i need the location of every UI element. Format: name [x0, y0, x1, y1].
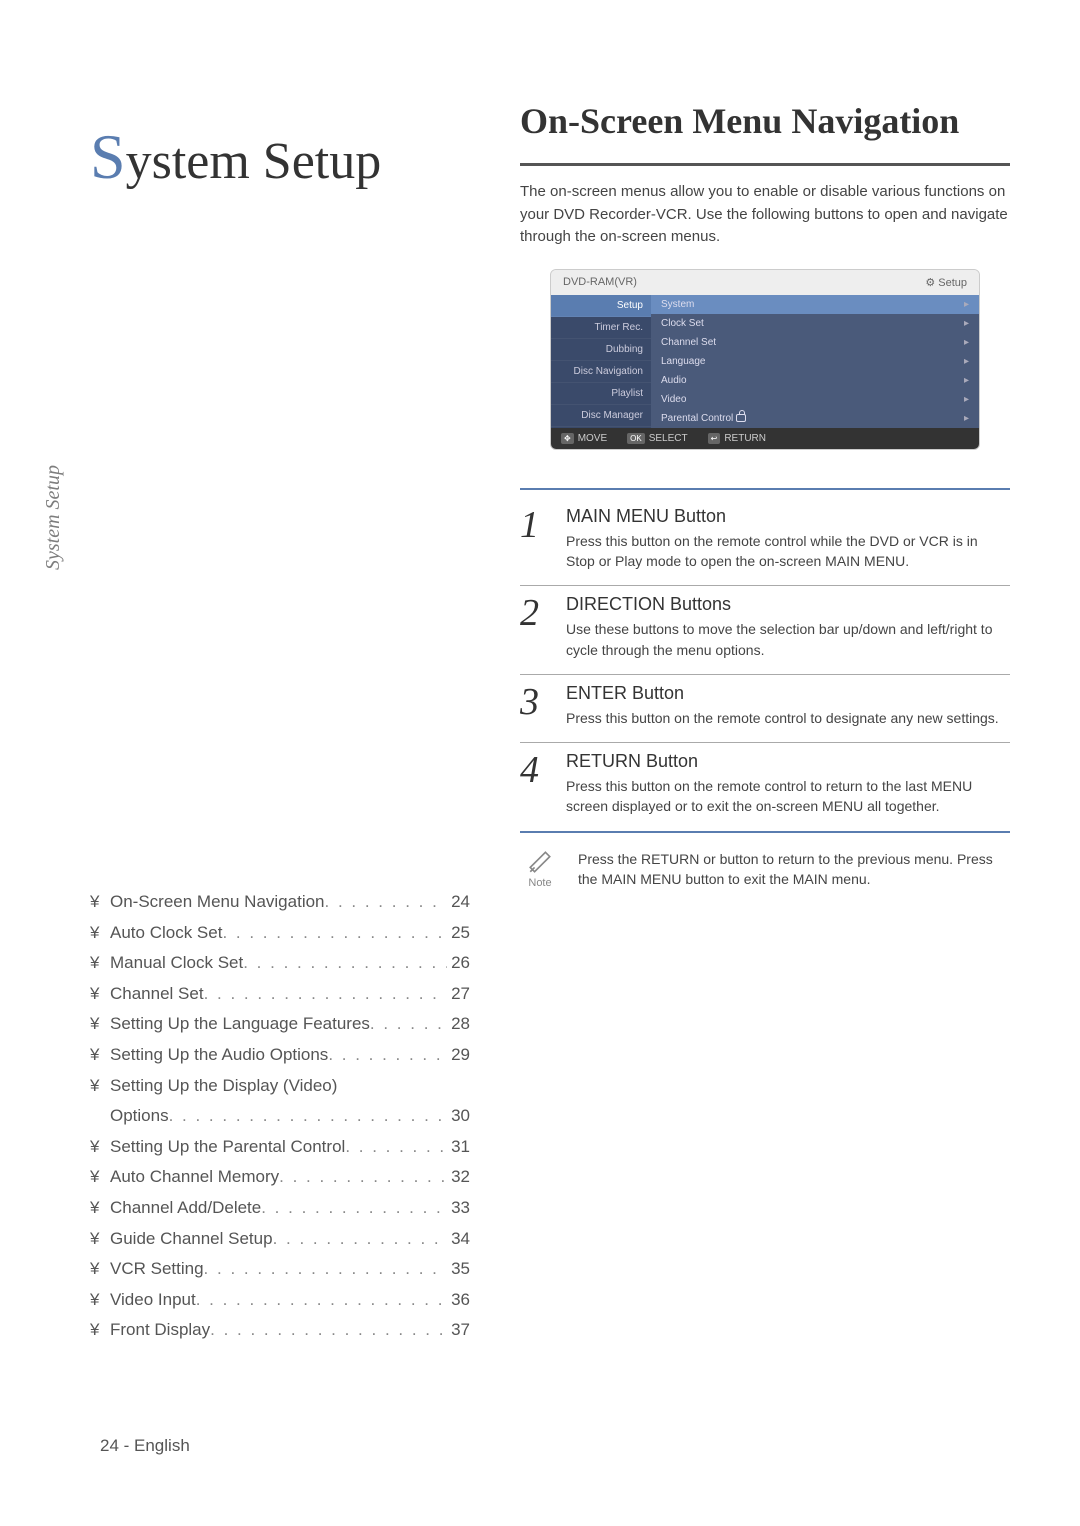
step-number: 4	[520, 751, 550, 817]
intro-paragraph: The on-screen menus allow you to enable …	[520, 181, 1010, 249]
section-title: On-Screen Menu Navigation	[520, 100, 1010, 143]
chevron-right-icon: ▸	[964, 394, 969, 405]
toc-item: ¥Setting Up the Language Features28	[90, 1009, 470, 1040]
menu-main-item: Audio▸	[651, 371, 979, 390]
toc-item: ¥Auto Clock Set25	[90, 918, 470, 949]
chapter-title-rest: ystem Setup	[126, 133, 382, 190]
select-key-icon: OK	[627, 433, 645, 444]
menu-footer-hints: ✥MOVE OKSELECT ↩RETURN	[551, 428, 979, 449]
step-title: ENTER Button	[566, 683, 1010, 704]
step-number: 2	[520, 594, 550, 660]
chevron-right-icon: ▸	[964, 299, 969, 310]
menu-side-list: SetupTimer Rec.DubbingDisc NavigationPla…	[551, 295, 651, 428]
toc-item: ¥Auto Channel Memory32	[90, 1162, 470, 1193]
note-text: Press the RETURN or button to return to …	[578, 849, 1010, 890]
steps-list: 1 MAIN MENU Button Press this button on th…	[520, 498, 1010, 833]
menu-main-item: Channel Set▸	[651, 333, 979, 352]
step-description: Press this button on the remote control …	[566, 776, 1010, 817]
note-block: Note Press the RETURN or button to retur…	[520, 849, 1010, 890]
menu-side-item: Timer Rec.	[551, 317, 651, 339]
menu-main-item: Video▸	[651, 390, 979, 409]
section-rule	[520, 163, 1010, 166]
step: 4 RETURN Button Press this button on the r…	[520, 743, 1010, 833]
chevron-right-icon: ▸	[964, 337, 969, 348]
table-of-contents: ¥On-Screen Menu Navigation24¥Auto Clock …	[90, 887, 470, 1346]
toc-item: ¥Setting Up the Audio Options29	[90, 1040, 470, 1071]
step: 3 ENTER Button Press this button on the re…	[520, 675, 1010, 743]
left-column: System Setup ¥On-Screen Menu Navigation2…	[90, 70, 470, 1466]
note-label: Note	[528, 877, 551, 889]
menu-top-left: DVD-RAM(VR)	[563, 276, 637, 289]
chapter-title: System Setup	[90, 120, 470, 194]
menu-main-list: System▸Clock Set▸Channel Set▸Language▸Au…	[651, 295, 979, 428]
toc-item: ¥Channel Set27	[90, 979, 470, 1010]
toc-item: ¥Setting Up the Parental Control31	[90, 1132, 470, 1163]
lock-icon	[736, 414, 746, 422]
step-number: 3	[520, 683, 550, 728]
move-key-icon: ✥	[561, 433, 574, 444]
toc-item: ¥VCR Setting35	[90, 1254, 470, 1285]
chevron-right-icon: ▸	[964, 318, 969, 329]
return-key-icon: ↩	[708, 433, 721, 444]
toc-item-continuation: Options30	[90, 1101, 470, 1132]
menu-side-item: Dubbing	[551, 339, 651, 361]
toc-item: ¥Front Display37	[90, 1315, 470, 1346]
toc-item: ¥Channel Add/Delete33	[90, 1193, 470, 1224]
menu-side-item: Disc Navigation	[551, 361, 651, 383]
chevron-right-icon: ▸	[964, 413, 969, 424]
menu-main-item: System▸	[651, 295, 979, 314]
page-footer: 24 - English	[100, 1436, 190, 1456]
menu-side-item: Playlist	[551, 383, 651, 405]
toc-item: ¥Guide Channel Setup34	[90, 1224, 470, 1255]
step-title: DIRECTION Buttons	[566, 594, 1010, 615]
menu-side-item: Setup	[551, 295, 651, 317]
step-number: 1	[520, 506, 550, 572]
step-description: Press this button on the remote control …	[566, 708, 1010, 728]
toc-item: ¥Manual Clock Set26	[90, 948, 470, 979]
menu-main-item: Parental Control ▸	[651, 409, 979, 428]
side-section-label: System Setup	[42, 465, 65, 570]
menu-top-right: ⚙ Setup	[925, 276, 967, 289]
toc-item: ¥On-Screen Menu Navigation24	[90, 887, 470, 918]
toc-item: ¥Setting Up the Display (Video)	[90, 1071, 470, 1102]
step: 1 MAIN MENU Button Press this button on th…	[520, 498, 1010, 587]
note-pencil-icon	[527, 849, 553, 875]
step-title: MAIN MENU Button	[566, 506, 1010, 527]
step-title: RETURN Button	[566, 751, 1010, 772]
chevron-right-icon: ▸	[964, 356, 969, 367]
right-column: On-Screen Menu Navigation The on-screen …	[520, 70, 1010, 1466]
onscreen-menu-illustration: DVD-RAM(VR) ⚙ Setup SetupTimer Rec.Dubbi…	[550, 269, 980, 450]
menu-main-item: Language▸	[651, 352, 979, 371]
step-description: Use these buttons to move the selection …	[566, 619, 1010, 660]
chevron-right-icon: ▸	[964, 375, 969, 386]
chapter-title-first-letter: S	[90, 121, 126, 192]
step-description: Press this button on the remote control …	[566, 531, 1010, 572]
step: 2 DIRECTION Buttons Use these buttons to m…	[520, 586, 1010, 675]
toc-item: ¥Video Input36	[90, 1285, 470, 1316]
menu-side-item: Disc Manager	[551, 405, 651, 427]
steps-top-rule	[520, 488, 1010, 490]
menu-main-item: Clock Set▸	[651, 314, 979, 333]
